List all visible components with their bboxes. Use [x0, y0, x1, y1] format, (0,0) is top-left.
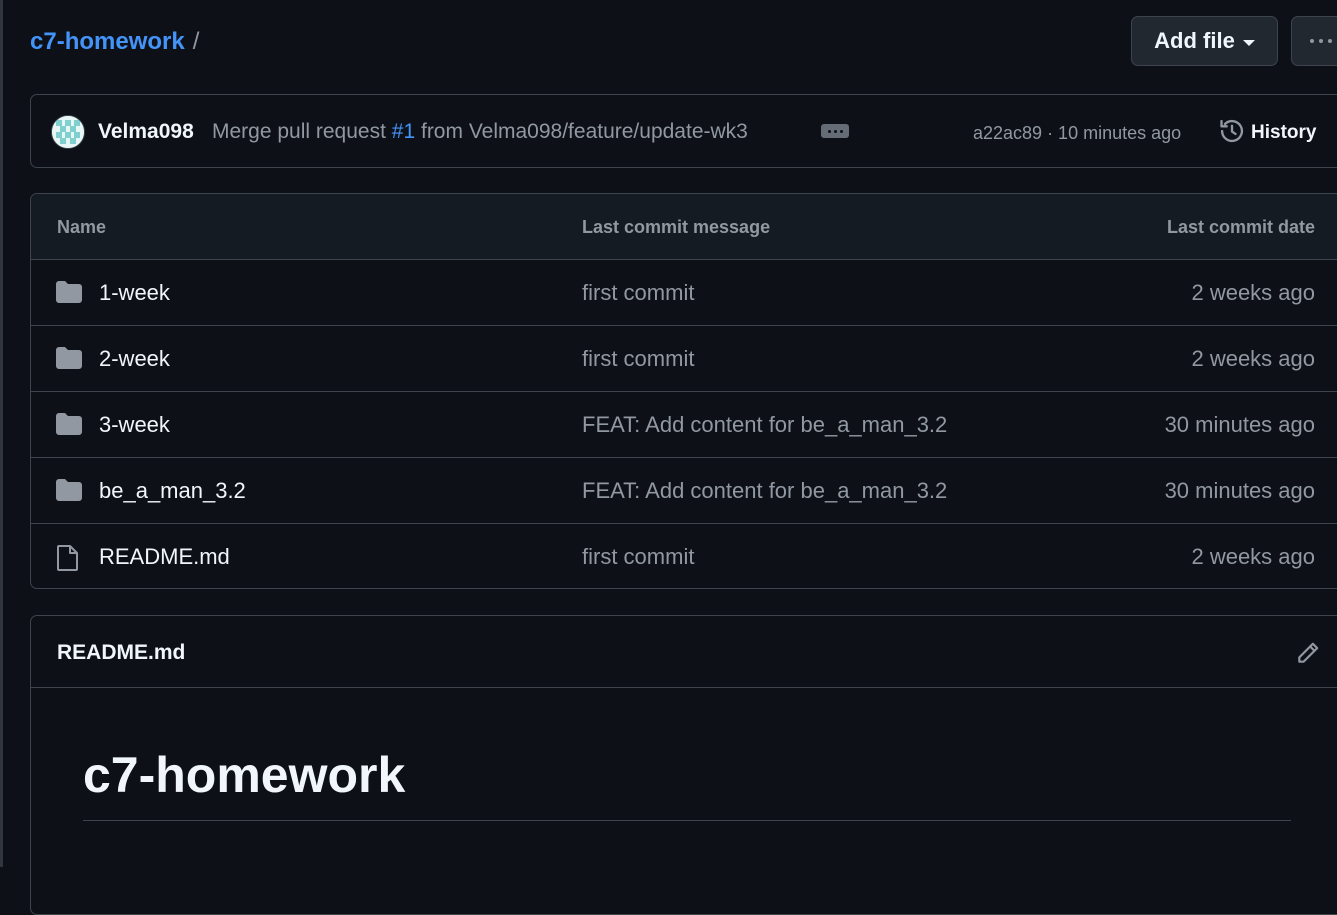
readme-panel: README.md c7-homework [30, 615, 1337, 915]
table-row[interactable]: 2-week first commit 2 weeks ago [31, 326, 1337, 392]
row-name-link[interactable]: be_a_man_3.2 [99, 478, 246, 504]
kebab-horizontal-icon [1310, 39, 1332, 43]
row-name-link[interactable]: 1-week [99, 280, 170, 306]
column-header-last-commit-date: Last commit date [1166, 217, 1315, 237]
history-link[interactable]: History [1251, 122, 1316, 144]
more-options-button[interactable] [1291, 16, 1337, 66]
row-commit-date: 30 minutes ago [1164, 478, 1315, 503]
row-name-link[interactable]: 3-week [99, 412, 170, 438]
expand-commit-message-button[interactable] [821, 124, 849, 138]
add-file-label: Add file [1154, 28, 1235, 53]
column-header-name: Name [57, 217, 107, 237]
row-name-link[interactable]: 2-week [99, 346, 170, 372]
pull-request-link[interactable]: #1 [392, 120, 415, 143]
folder-icon [56, 347, 82, 374]
commit-hash-and-time[interactable]: a22ac89 · 10 minutes ago [973, 123, 1181, 144]
repo-name-link[interactable]: c7-homework [30, 28, 185, 55]
commit-message-prefix[interactable]: Merge pull request [212, 120, 386, 143]
row-commit-date: 2 weeks ago [1191, 280, 1315, 305]
row-commit-message-link[interactable]: first commit [582, 346, 694, 372]
folder-icon [56, 479, 82, 506]
breadcrumb: c7-homework / [30, 28, 199, 56]
row-commit-date: 2 weeks ago [1191, 346, 1315, 371]
readme-filename[interactable]: README.md [57, 641, 185, 665]
latest-commit-bar: Velma098 Merge pull request #1 from Velm… [30, 94, 1337, 168]
column-header-last-commit-message: Last commit message [582, 217, 771, 237]
commit-message-suffix[interactable]: from Velma098/feature/update-wk3 [421, 120, 748, 143]
table-row[interactable]: README.md first commit 2 weeks ago [31, 524, 1337, 588]
file-icon [56, 545, 80, 576]
folder-icon [56, 281, 82, 308]
readme-heading: c7-homework [83, 747, 406, 803]
commit-message: Merge pull request #1 from Velma098/feat… [212, 120, 748, 144]
row-commit-date: 30 minutes ago [1164, 412, 1315, 437]
folder-icon [56, 413, 82, 440]
table-row[interactable]: be_a_man_3.2 FEAT: Add content for be_a_… [31, 458, 1337, 524]
heading-divider [83, 820, 1291, 821]
repo-header: c7-homework / Add file [30, 16, 1337, 68]
row-commit-message-link[interactable]: first commit [582, 280, 694, 306]
row-commit-message-link[interactable]: FEAT: Add content for be_a_man_3.2 [582, 478, 947, 504]
row-commit-message-link[interactable]: first commit [582, 544, 694, 570]
row-commit-message-link[interactable]: FEAT: Add content for be_a_man_3.2 [582, 412, 947, 438]
triangle-down-icon [1242, 39, 1255, 46]
author-avatar[interactable] [51, 115, 85, 149]
table-row[interactable]: 3-week FEAT: Add content for be_a_man_3.… [31, 392, 1337, 458]
add-file-button[interactable]: Add file [1131, 16, 1278, 66]
commit-author-link[interactable]: Velma098 [98, 120, 194, 144]
row-name-link[interactable]: README.md [99, 544, 230, 570]
table-header: Name Last commit message Last commit dat… [31, 194, 1337, 260]
readme-header: README.md [31, 616, 1337, 688]
row-commit-date: 2 weeks ago [1191, 544, 1315, 569]
left-border [0, 0, 3, 867]
history-icon[interactable] [1218, 117, 1246, 150]
breadcrumb-separator: / [192, 28, 200, 55]
pencil-icon[interactable] [1295, 640, 1321, 671]
table-row[interactable]: 1-week first commit 2 weeks ago [31, 260, 1337, 326]
file-table: Name Last commit message Last commit dat… [30, 193, 1337, 589]
